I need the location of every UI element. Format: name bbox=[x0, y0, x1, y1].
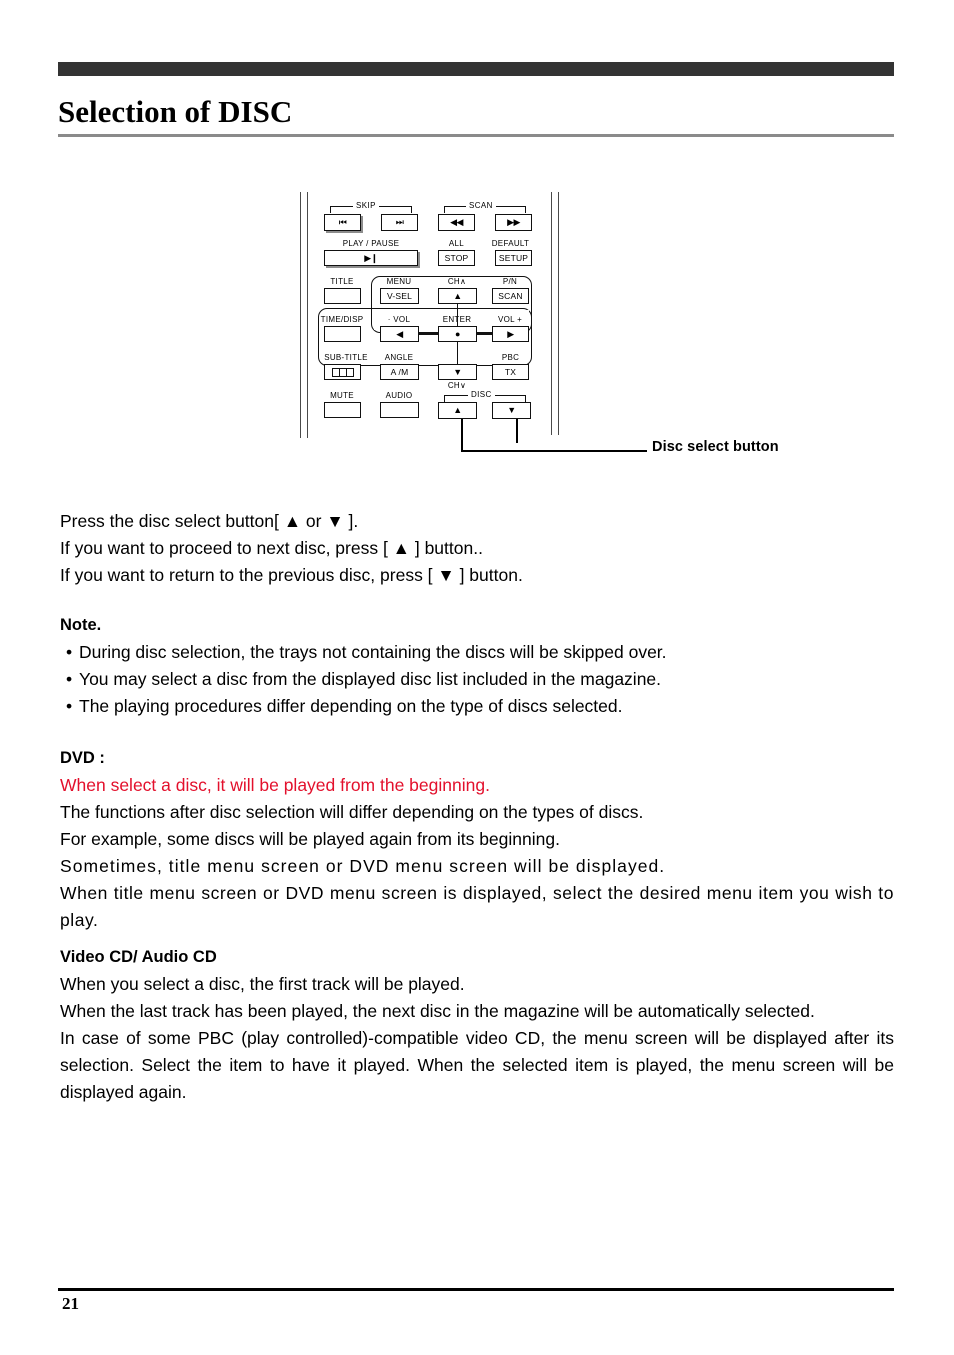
menu-label: MENU bbox=[386, 277, 412, 286]
video-cd-block-1: When the last track has been played, the… bbox=[60, 1001, 815, 1021]
ch-down-button[interactable]: ▼ bbox=[438, 364, 477, 380]
note-bullet-list: During disc selection, the trays not con… bbox=[60, 639, 894, 720]
time-disp-label: TIME/DISP bbox=[320, 315, 364, 324]
vol-up-button[interactable]: ▶ bbox=[492, 326, 529, 342]
disc-group-label: DISC bbox=[468, 391, 495, 399]
mute-button[interactable] bbox=[324, 402, 361, 418]
page-title: Selection of DISC bbox=[58, 94, 293, 129]
dpad-link-down bbox=[456, 342, 459, 364]
time-disp-button[interactable] bbox=[324, 326, 361, 342]
setup-top-label: DEFAULT bbox=[491, 239, 530, 248]
dvd-justified-block: When title menu screen or DVD menu scree… bbox=[60, 883, 894, 930]
dvd-section: DVD : When select a disc, it will be pla… bbox=[60, 745, 894, 934]
title-label: TITLE bbox=[330, 277, 354, 286]
pn-label: P/N bbox=[502, 277, 518, 286]
note-item: During disc selection, the trays not con… bbox=[60, 639, 894, 666]
page-number: 21 bbox=[62, 1294, 79, 1313]
angle-label: ANGLE bbox=[384, 353, 414, 362]
v-sel-button[interactable]: V-SEL bbox=[380, 288, 419, 304]
disc-select-callout-label: Disc select button bbox=[652, 439, 779, 455]
remote-body-edge-left-inner bbox=[307, 192, 308, 438]
dpad-link-left bbox=[419, 333, 438, 335]
angle-am-button[interactable]: A /M bbox=[380, 364, 419, 380]
sub-title-label: SUB-TITLE bbox=[324, 353, 368, 362]
setup-button[interactable]: SETUP bbox=[495, 250, 532, 266]
title-underline-rule bbox=[58, 134, 894, 137]
dvd-heading: DVD : bbox=[60, 749, 105, 767]
sub-title-button[interactable] bbox=[324, 364, 361, 380]
intro-line-2: If you want to proceed to next disc, pre… bbox=[60, 538, 483, 558]
note-heading: Note. bbox=[60, 616, 102, 634]
remote-body-edge-right-inner bbox=[551, 192, 552, 435]
vol-up-label: VOL + bbox=[497, 315, 523, 324]
ch-up-button[interactable]: ▲ bbox=[438, 288, 477, 304]
note-section: Note. During disc selection, the trays n… bbox=[60, 612, 894, 720]
stop-top-label: ALL bbox=[448, 239, 465, 248]
callout-leader-vertical-right bbox=[516, 419, 519, 443]
title-button[interactable] bbox=[324, 288, 361, 304]
header-bar bbox=[58, 62, 894, 76]
dpad-link-up bbox=[456, 304, 459, 326]
dvd-line: For example, some discs will be played a… bbox=[60, 829, 560, 849]
intro-paragraph: Press the disc select button[ ▲ or ▼ ]. … bbox=[60, 508, 894, 589]
skip-group-label: SKIP bbox=[353, 202, 379, 210]
dpad-link-right bbox=[477, 333, 492, 335]
remote-body-edge-right-outer bbox=[558, 192, 559, 435]
subtitle-bars-icon bbox=[331, 367, 354, 377]
scan-forward-button[interactable]: ▶▶ bbox=[495, 214, 532, 231]
enter-button[interactable]: ● bbox=[438, 326, 477, 342]
audio-button[interactable] bbox=[380, 402, 419, 418]
scan-group-label: SCAN bbox=[466, 202, 496, 210]
disc-down-button[interactable]: ▼ bbox=[492, 402, 531, 419]
footer-rule bbox=[58, 1288, 894, 1291]
scan-back-button[interactable]: ◀◀ bbox=[438, 214, 475, 231]
skip-back-button[interactable]: ⏮ bbox=[324, 214, 361, 231]
video-cd-heading: Video CD/ Audio CD bbox=[60, 948, 217, 966]
ch-down-label: CH∨ bbox=[447, 381, 467, 390]
pbc-tx-button[interactable]: TX bbox=[492, 364, 529, 380]
pn-scan-button[interactable]: SCAN bbox=[492, 288, 529, 304]
callout-leader-horizontal bbox=[461, 450, 647, 453]
note-item: The playing procedures differ depending … bbox=[60, 693, 894, 720]
ch-up-label: CH∧ bbox=[447, 277, 467, 286]
audio-label: AUDIO bbox=[385, 391, 413, 400]
stop-button[interactable]: STOP bbox=[438, 250, 475, 266]
play-pause-button[interactable]: ▶❙ bbox=[324, 250, 418, 266]
skip-forward-button[interactable]: ⏭ bbox=[381, 214, 418, 231]
disc-up-button[interactable]: ▲ bbox=[438, 402, 477, 419]
remote-control-diagram: SKIP ⏮ ⏭ SCAN ◀◀ ▶▶ PLAY / PAUSE ▶❙ ALL … bbox=[296, 192, 586, 442]
intro-line-1: Press the disc select button[ ▲ or ▼ ]. bbox=[60, 511, 359, 531]
dvd-red-note: When select a disc, it will be played fr… bbox=[60, 775, 490, 795]
dvd-tracked-line: Sometimes, title menu screen or DVD menu… bbox=[60, 856, 666, 876]
mute-label: MUTE bbox=[330, 391, 354, 400]
vol-down-button[interactable]: ◀ bbox=[380, 326, 419, 342]
intro-line-3: If you want to return to the previous di… bbox=[60, 565, 523, 585]
play-pause-label: PLAY / PAUSE bbox=[342, 239, 400, 248]
video-cd-section: Video CD/ Audio CD When you select a dis… bbox=[60, 944, 894, 1106]
video-cd-line-1: When you select a disc, the first track … bbox=[60, 974, 465, 994]
video-cd-block-2: In case of some PBC (play controlled)-co… bbox=[60, 1028, 894, 1102]
note-item: You may select a disc from the displayed… bbox=[60, 666, 894, 693]
callout-leader-vertical-left bbox=[461, 419, 464, 452]
remote-body-edge-left-outer bbox=[300, 192, 301, 438]
pbc-label: PBC bbox=[501, 353, 520, 362]
vol-down-label: · VOL bbox=[387, 315, 411, 324]
dvd-line: The functions after disc selection will … bbox=[60, 802, 644, 822]
